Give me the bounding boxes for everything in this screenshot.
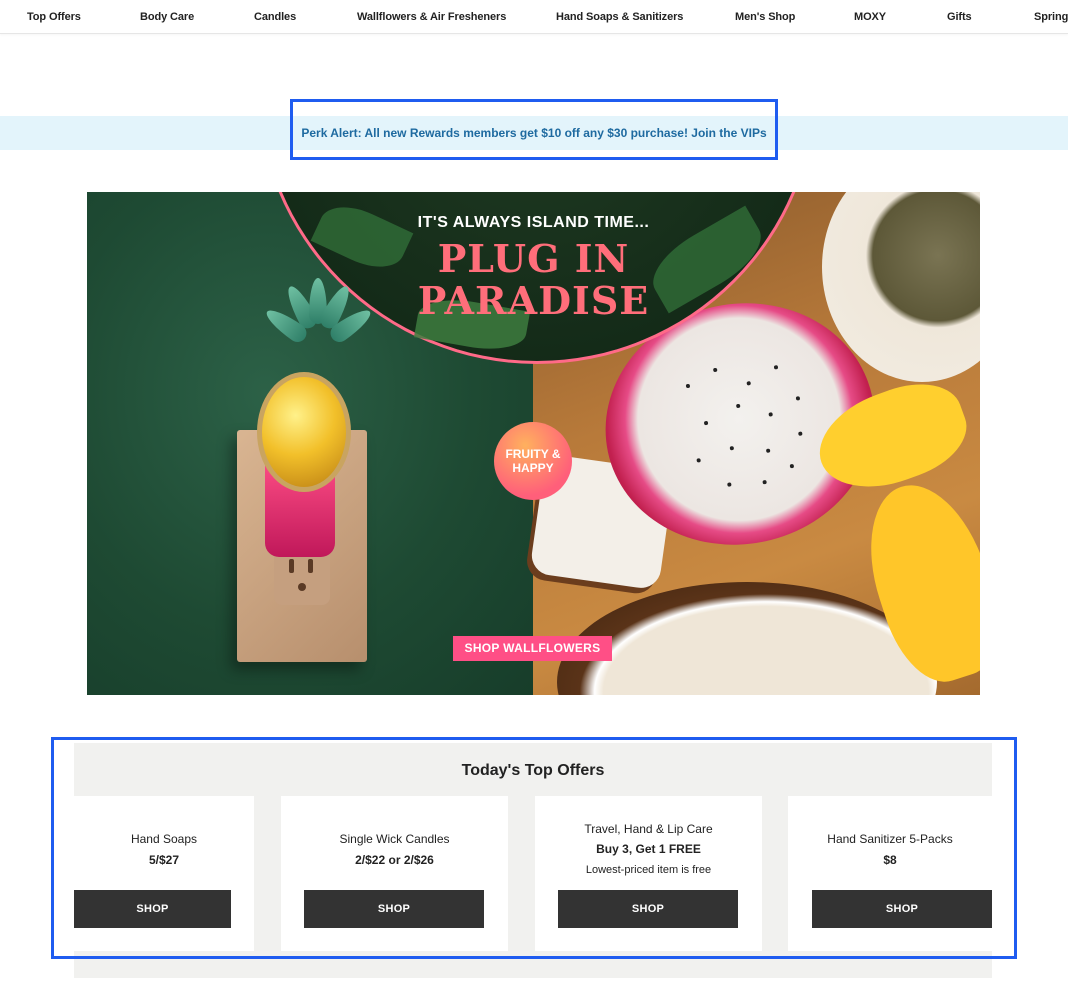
highlight-box-perk bbox=[290, 99, 778, 160]
nav-item-moxy[interactable]: MOXY bbox=[854, 11, 886, 23]
nav-item-hand-soaps[interactable]: Hand Soaps & Sanitizers bbox=[556, 11, 683, 23]
pineapple-plug-image bbox=[257, 372, 351, 492]
nav-item-mens-shop[interactable]: Men's Shop bbox=[735, 11, 795, 23]
hero-headline-line-2: PARADISE bbox=[417, 278, 650, 323]
nav-item-spring[interactable]: Spring S bbox=[1034, 11, 1068, 23]
nav-item-top-offers[interactable]: Top Offers bbox=[27, 11, 81, 23]
hero-eyebrow: IT'S ALWAYS ISLAND TIME... bbox=[417, 214, 650, 231]
hero-banner[interactable]: IT'S ALWAYS ISLAND TIME... PLUG IN PARAD… bbox=[87, 192, 980, 695]
hero-headline-line-1: PLUG IN bbox=[437, 236, 630, 281]
hero-headline: PLUG IN PARADISE bbox=[87, 238, 980, 322]
badge-line-1: FRUITY & bbox=[505, 447, 561, 461]
shop-wallflowers-button[interactable]: SHOP WALLFLOWERS bbox=[453, 636, 612, 661]
nav-item-body-care[interactable]: Body Care bbox=[140, 11, 194, 23]
nav-item-wallflowers[interactable]: Wallflowers & Air Fresheners bbox=[357, 11, 506, 23]
fruity-happy-badge: FRUITY & HAPPY bbox=[494, 422, 572, 500]
highlight-box-offers bbox=[51, 737, 1017, 959]
badge-line-2: HAPPY bbox=[512, 461, 554, 475]
top-navigation: Top Offers Body Care Candles Wallflowers… bbox=[0, 0, 1068, 34]
nav-item-candles[interactable]: Candles bbox=[254, 11, 296, 23]
nav-item-gifts[interactable]: Gifts bbox=[947, 11, 972, 23]
